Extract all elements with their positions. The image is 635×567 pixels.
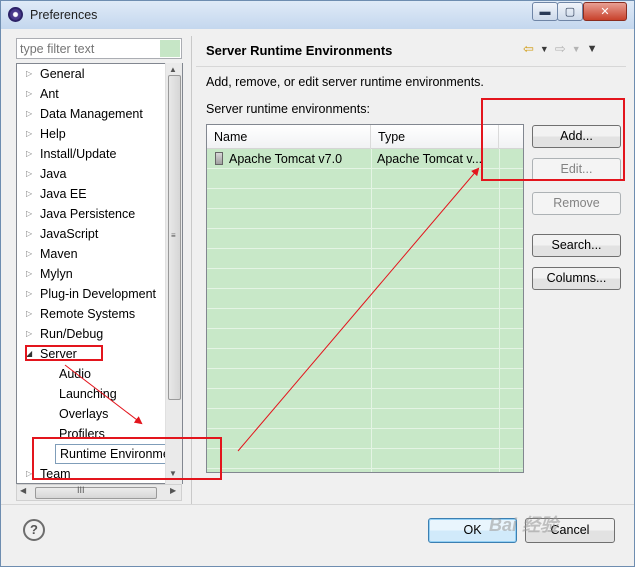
- column-header-name[interactable]: Name: [207, 125, 371, 149]
- tree-item-label: Java EE: [40, 187, 87, 201]
- expand-arrow-icon[interactable]: ▷: [26, 204, 32, 224]
- highlight-runtime-environments: [32, 437, 222, 480]
- hscroll-grip-icon: III: [77, 485, 85, 495]
- title-bar[interactable]: Preferences ▬ ▢ ✕: [1, 1, 634, 29]
- scroll-up-icon[interactable]: ▲: [169, 65, 177, 74]
- panel-divider[interactable]: [191, 36, 192, 504]
- forward-arrow-icon[interactable]: ⇨: [555, 41, 566, 57]
- expand-arrow-icon[interactable]: ▷: [26, 324, 32, 344]
- table-row[interactable]: Apache Tomcat v7.0 Apache Tomcat v...: [207, 149, 523, 169]
- window-title: Preferences: [30, 8, 98, 22]
- column-divider: [371, 149, 372, 472]
- tree-horizontal-scrollbar[interactable]: ◀ III ▶: [16, 484, 182, 501]
- back-history-dropdown-icon[interactable]: ▼: [540, 44, 549, 54]
- expand-arrow-icon[interactable]: ▷: [26, 304, 32, 324]
- forward-history-dropdown-icon[interactable]: ▼: [572, 44, 581, 54]
- preferences-tree[interactable]: ▷ General ▷ Ant ▷ Data Management ▷ Help ▷ In…: [16, 63, 183, 484]
- tree-item-label: Remote Systems: [40, 307, 136, 321]
- scroll-right-icon[interactable]: ▶: [170, 486, 176, 495]
- back-arrow-icon[interactable]: ⇦: [523, 41, 534, 57]
- expand-arrow-icon[interactable]: ▷: [26, 84, 32, 104]
- expand-arrow-icon[interactable]: ▷: [26, 144, 32, 164]
- expand-arrow-icon[interactable]: ▷: [26, 244, 32, 264]
- hscroll-thumb[interactable]: [35, 487, 157, 499]
- row-name-cell: Apache Tomcat v7.0: [215, 149, 342, 169]
- column-header-type[interactable]: Type: [371, 125, 499, 149]
- tree-item-label: Run/Debug: [40, 327, 104, 341]
- row-name: Apache Tomcat v7.0: [229, 152, 343, 166]
- server-runtime-icon: [215, 152, 223, 165]
- tree-item-label: Java Persistence: [40, 207, 136, 221]
- row-type-cell: Apache Tomcat v...: [377, 152, 483, 166]
- page-navigation: ⇦ ▼ ⇨ ▼ ▼: [523, 41, 598, 57]
- scroll-grip-icon: ≡: [171, 231, 176, 240]
- header-divider: [196, 66, 626, 67]
- list-label: Server runtime environments:: [206, 102, 370, 116]
- filter-field[interactable]: [16, 38, 182, 59]
- page-title: Server Runtime Environments: [206, 43, 393, 58]
- tree-item-label: General: [40, 67, 85, 81]
- footer-divider: [1, 504, 634, 505]
- runtime-environments-table[interactable]: Name Type Apache Tomcat v7.0 Apache Tomc…: [206, 124, 524, 473]
- search-button[interactable]: Search...: [532, 234, 621, 257]
- remove-button[interactable]: Remove: [532, 192, 621, 215]
- highlight-server: [25, 345, 103, 361]
- table-body: [207, 149, 523, 472]
- columns-button[interactable]: Columns...: [532, 267, 621, 290]
- tree-item-label: Install/Update: [40, 147, 117, 161]
- tree-item-label: JavaScript: [40, 227, 99, 241]
- close-button[interactable]: ✕: [583, 2, 627, 21]
- tree-item-label: Plug-in Development: [40, 287, 157, 301]
- tree-item-label: Java: [40, 167, 67, 181]
- expand-arrow-icon[interactable]: ▷: [26, 284, 32, 304]
- preferences-window: Preferences ▬ ▢ ✕ ▷ General ▷ Ant ▷ Data Ma…: [0, 0, 635, 567]
- expand-arrow-icon[interactable]: ▷: [26, 64, 32, 84]
- minimize-button[interactable]: ▬: [532, 2, 558, 21]
- column-divider: [499, 149, 500, 472]
- highlight-add-button: [481, 98, 625, 181]
- table-header: Name Type: [207, 125, 523, 149]
- help-icon[interactable]: ?: [23, 519, 45, 541]
- watermark: Bai 经验: [489, 515, 559, 535]
- expand-arrow-icon[interactable]: ▷: [26, 224, 32, 244]
- tree-item-label: Audio: [59, 367, 91, 381]
- tree-item-label: Maven: [40, 247, 78, 261]
- scroll-left-icon[interactable]: ◀: [20, 486, 26, 495]
- view-menu-icon[interactable]: ▼: [587, 43, 598, 55]
- tree-item-label: Launching: [59, 387, 117, 401]
- eclipse-icon: [8, 7, 23, 22]
- tree-item-label: Ant: [40, 87, 59, 101]
- expand-arrow-icon[interactable]: ▷: [26, 184, 32, 204]
- filter-input[interactable]: [17, 39, 157, 58]
- tree-item-label: Overlays: [59, 407, 109, 421]
- expand-arrow-icon[interactable]: ▷: [26, 124, 32, 144]
- tree-vertical-scrollbar[interactable]: ▲ ≡ ▼: [165, 63, 182, 484]
- tree-item-label: Help: [40, 127, 66, 141]
- page-description: Add, remove, or edit server runtime envi…: [206, 75, 484, 89]
- clear-filter-icon[interactable]: [160, 40, 180, 57]
- expand-arrow-icon[interactable]: ▷: [26, 104, 32, 124]
- expand-arrow-icon[interactable]: ▷: [26, 164, 32, 184]
- tree-item-label: Data Management: [40, 107, 143, 121]
- maximize-button[interactable]: ▢: [557, 2, 583, 21]
- tree-item-label: Mylyn: [40, 267, 73, 281]
- expand-arrow-icon[interactable]: ▷: [26, 264, 32, 284]
